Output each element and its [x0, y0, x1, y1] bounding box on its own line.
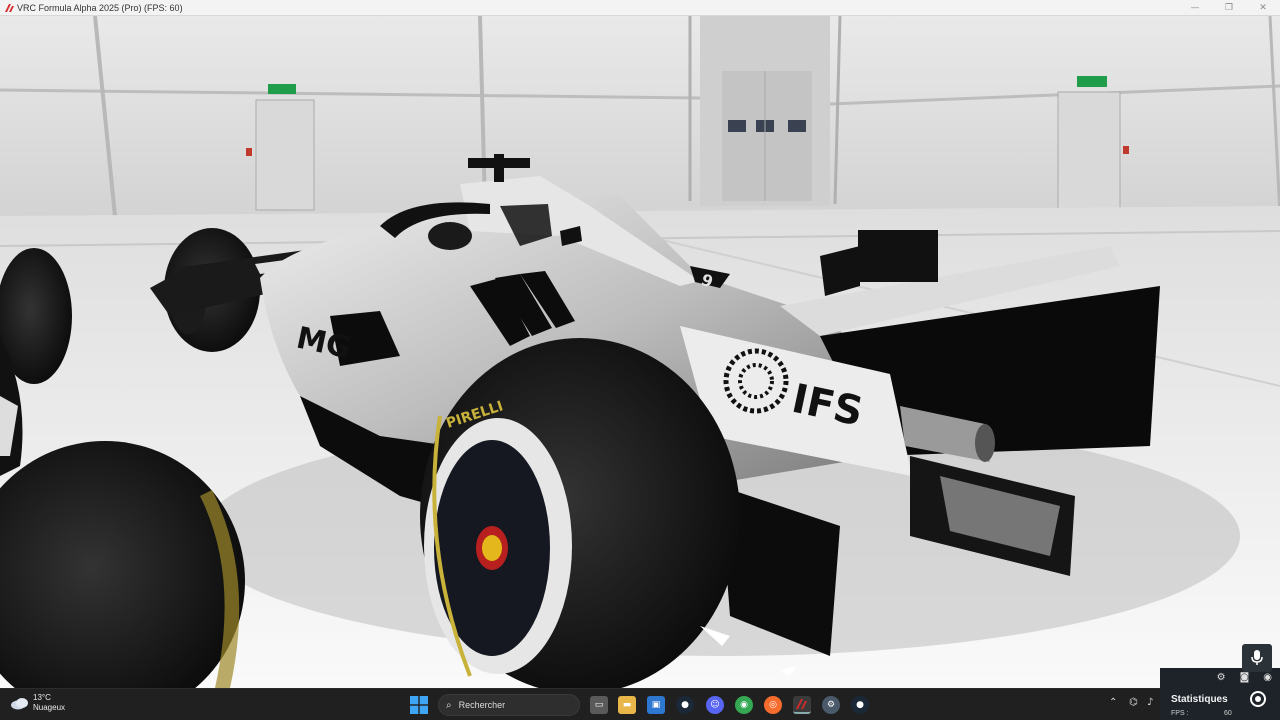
camera-icon[interactable]: ◙: [1240, 672, 1250, 683]
stats-toolbar: ⚙ ◙ ◉: [1217, 672, 1272, 683]
cloud-icon: [11, 698, 28, 710]
window-controls: — ❐ ✕: [1178, 0, 1280, 16]
windows-start-icon[interactable]: [410, 696, 428, 714]
weather-temperature: 13°C: [33, 693, 51, 702]
task-view-icon[interactable]: ▭: [590, 696, 608, 714]
record-icon: [1250, 691, 1266, 707]
network-icon[interactable]: ⌬: [1129, 697, 1138, 708]
restore-button[interactable]: ❐: [1212, 0, 1246, 16]
fps-label: FPS :: [1171, 710, 1189, 717]
record-button[interactable]: [1244, 686, 1272, 712]
origin-icon[interactable]: ◎: [764, 696, 782, 714]
steam-secondary-icon[interactable]: ●: [851, 696, 869, 714]
weather-widget[interactable]: 13°C Nuageux: [10, 693, 65, 713]
taskbar: 13°C Nuageux ⌕ ▭ ▬ ▣ ● ☺ ◉ ◎ ⚙ ● ⌃ ⌬ ♪: [0, 688, 1280, 720]
window-title: VRC Formula Alpha 2025 (Pro) (FPS: 60): [17, 2, 183, 13]
taskbar-search[interactable]: ⌕: [438, 694, 580, 716]
search-input[interactable]: [458, 700, 569, 710]
chrome-icon[interactable]: ◉: [735, 696, 753, 714]
close-button[interactable]: ✕: [1246, 0, 1280, 16]
steam-icon[interactable]: ●: [676, 696, 694, 714]
exit-sign: [268, 84, 296, 94]
weather-condition: Nuageux: [33, 703, 66, 712]
exit-sign-right: [1077, 76, 1107, 87]
game-window: VRC Formula Alpha 2025 (Pro) (FPS: 60) —…: [0, 0, 1280, 720]
microphone-icon: [1251, 650, 1263, 665]
app-logo-icon: [4, 3, 14, 13]
title-bar[interactable]: VRC Formula Alpha 2025 (Pro) (FPS: 60) —…: [0, 0, 1280, 16]
microphone-button[interactable]: [1242, 644, 1272, 672]
settings-icon[interactable]: ⚙: [822, 696, 840, 714]
chevron-up-icon[interactable]: ⌃: [1109, 697, 1117, 708]
hangar-scene: MG 9 IFS PIRELLI: [0, 16, 1280, 688]
store-icon[interactable]: ▣: [647, 696, 665, 714]
eye-icon[interactable]: ◉: [1263, 672, 1272, 683]
game-app-icon[interactable]: [793, 696, 811, 714]
hangar-door: [722, 71, 812, 201]
discord-icon[interactable]: ☺: [706, 696, 724, 714]
gear-icon[interactable]: ⚙: [1217, 672, 1226, 683]
file-explorer-icon[interactable]: ▬: [618, 696, 636, 714]
fps-value: 60: [1224, 710, 1232, 717]
game-viewport[interactable]: MG 9 IFS PIRELLI: [0, 16, 1280, 688]
stats-title: Statistiques: [1171, 694, 1228, 705]
search-icon: ⌕: [446, 699, 452, 711]
speaker-icon[interactable]: ♪: [1147, 697, 1153, 708]
minimize-button[interactable]: —: [1178, 0, 1212, 16]
